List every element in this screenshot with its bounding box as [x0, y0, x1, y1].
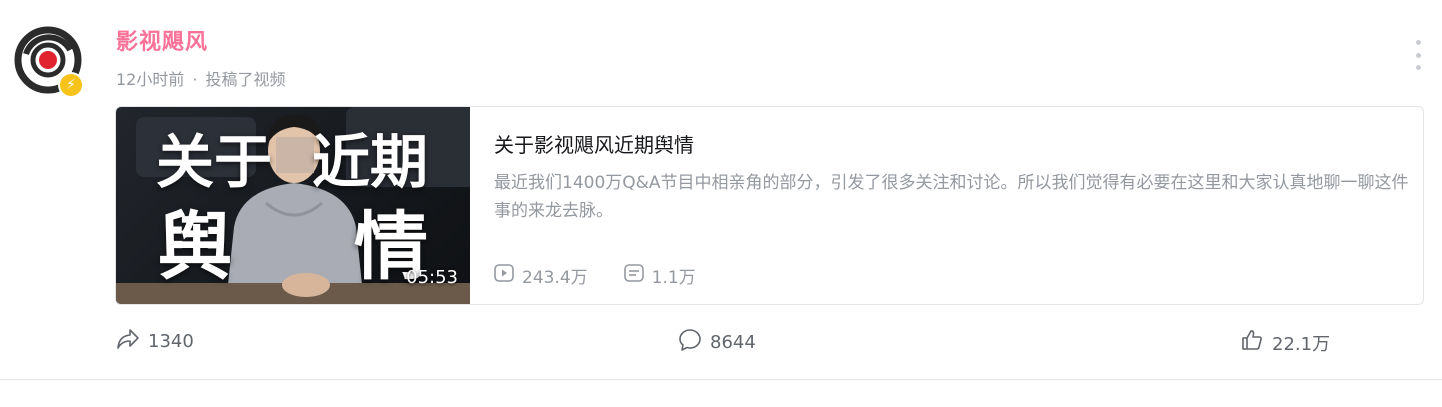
lightning-icon: ⚡: [60, 74, 82, 96]
video-thumbnail[interactable]: 关于 近期 舆 情 05:53: [116, 107, 470, 304]
share-count: 1340: [148, 331, 194, 352]
more-vertical-icon[interactable]: [1410, 40, 1426, 70]
video-title[interactable]: 关于影视飓风近期舆情: [494, 129, 694, 158]
thumbs-up-icon: [1240, 328, 1272, 357]
danmaku-count: 1.1万: [623, 263, 696, 288]
thumbnail-text-yu: 舆: [158, 204, 232, 290]
play-count-icon: [494, 264, 522, 287]
share-button[interactable]: 1340: [116, 328, 194, 355]
play-count: 243.4万: [494, 263, 588, 288]
post-meta: 12小时前 · 投稿了视频: [116, 66, 285, 90]
danmaku-icon: [623, 264, 652, 287]
verified-badge: ⚡: [58, 72, 84, 98]
feed-divider: [0, 379, 1442, 380]
like-button[interactable]: 22.1万: [1240, 328, 1330, 357]
post-time: 12小时前: [116, 70, 185, 89]
comment-icon: [678, 328, 710, 357]
share-icon: [116, 328, 148, 355]
author-name[interactable]: 影视飓风: [116, 24, 208, 56]
video-description: 最近我们1400万Q&A节目中相亲角的部分，引发了很多关注和讨论。所以我们觉得有…: [494, 173, 1409, 221]
meta-separator: ·: [192, 70, 198, 89]
comment-button[interactable]: 8644: [678, 328, 756, 357]
post-action-text: 投稿了视频: [205, 70, 286, 89]
video-card[interactable]: 关于 近期 舆 情 05:53 关于影视飓风近期舆情 最近我们1400万Q&A节…: [115, 106, 1424, 305]
video-stats: 243.4万 1.1万: [494, 263, 732, 288]
play-count-value: 243.4万: [522, 268, 588, 288]
like-count: 22.1万: [1272, 333, 1331, 355]
video-duration: 05:53: [406, 267, 458, 288]
comment-count: 8644: [710, 332, 756, 353]
danmaku-count-value: 1.1万: [651, 268, 696, 288]
